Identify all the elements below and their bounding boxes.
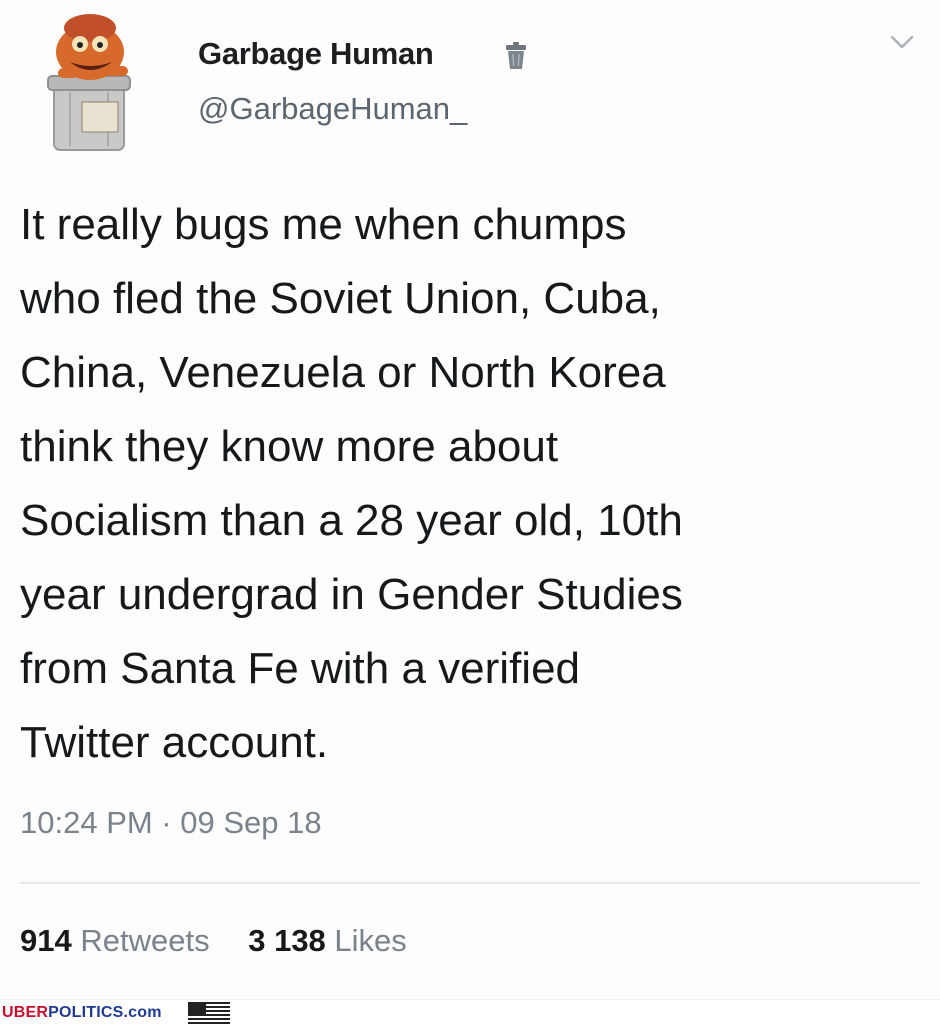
divider — [20, 882, 920, 884]
avatar-image — [47, 14, 131, 151]
tweet-text-line: Socialism than a 28 year old, 10th — [20, 496, 683, 545]
watermark-part-red: UBER — [2, 1004, 49, 1021]
tweet-text-line: think they know more about — [20, 422, 559, 471]
likes-count: 3 138 — [248, 923, 326, 958]
profile-avatar[interactable] — [40, 6, 150, 156]
user-handle[interactable]: @GarbageHuman_ — [198, 91, 467, 127]
site-watermark: UBERPOLITICS.com — [2, 1004, 162, 1022]
tweet-text-line: from Santa Fe with a verified — [20, 644, 581, 693]
tweet-text: It really bugs me when chumps who fled t… — [20, 188, 920, 780]
likes-label: Likes — [334, 923, 407, 958]
tweet-text-line: who fled the Soviet Union, Cuba, — [20, 274, 661, 323]
retweets-label: Retweets — [80, 923, 210, 958]
tweet-text-line: China, Venezuela or North Korea — [20, 348, 666, 397]
tweet-text-line: year undergrad in Gender Studies — [20, 570, 683, 619]
retweets-stat[interactable]: 914 Retweets — [20, 923, 210, 959]
trash-can-icon — [504, 40, 528, 72]
watermark-footer: UBERPOLITICS.com — [0, 1000, 940, 1027]
display-name[interactable]: Garbage Human — [198, 36, 434, 72]
retweets-count: 914 — [20, 923, 72, 958]
chevron-down-icon[interactable] — [888, 32, 916, 52]
watermark-part-blue: POLITICS.com — [48, 1004, 162, 1021]
tweet-timestamp[interactable]: 10:24 PM · 09 Sep 18 — [20, 805, 322, 841]
tweet-card: Garbage Human @GarbageHuman_ It really b… — [0, 0, 940, 1000]
tweet-stats: 914 Retweets 3 138 Likes — [20, 923, 437, 959]
tweet-text-line: Twitter account. — [20, 718, 329, 767]
tweet-text-line: It really bugs me when chumps — [20, 200, 627, 249]
likes-stat[interactable]: 3 138 Likes — [248, 923, 407, 959]
us-flag-icon — [188, 1002, 230, 1026]
